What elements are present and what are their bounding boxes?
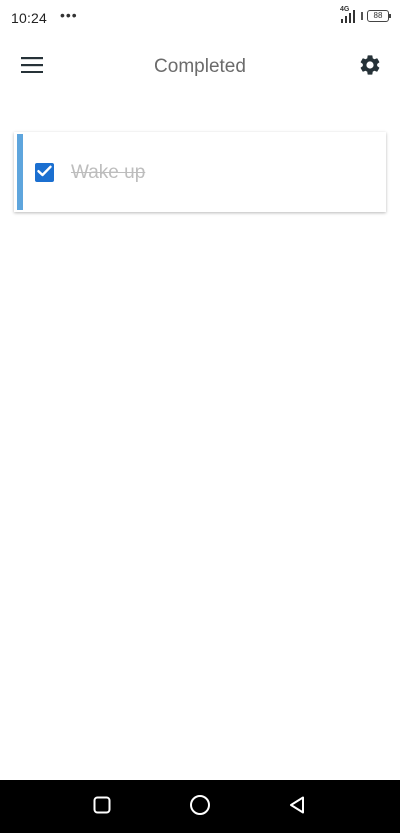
gear-icon [358, 53, 382, 82]
screen: 10:24 ••• 4G 88 Completed Wake up [0, 0, 400, 833]
circle-icon [189, 794, 211, 821]
app-bar: Completed [0, 34, 400, 100]
back-button[interactable] [283, 792, 313, 822]
settings-button[interactable] [354, 51, 386, 83]
task-item[interactable]: Wake up [14, 132, 386, 212]
battery-icon: 88 [367, 10, 391, 22]
task-list: Wake up [14, 132, 386, 212]
square-icon [93, 796, 111, 819]
page-title: Completed [154, 56, 246, 77]
signal-icon: 4G [340, 6, 357, 23]
home-button[interactable] [185, 792, 215, 822]
task-accent-bar [17, 134, 23, 210]
small-bar-icon [361, 12, 363, 20]
task-label: Wake up [71, 162, 146, 183]
navigation-bar [0, 780, 400, 833]
network-type: 4G [340, 6, 350, 13]
status-bar: 10:24 ••• 4G 88 [0, 0, 400, 34]
recents-button[interactable] [87, 792, 117, 822]
status-icons: 4G 88 [340, 6, 391, 23]
status-time: 10:24 [11, 10, 48, 26]
triangle-back-icon [288, 795, 308, 820]
checkmark-icon [37, 164, 52, 182]
notification-dots: ••• [60, 7, 78, 23]
task-checkbox[interactable] [35, 163, 54, 182]
